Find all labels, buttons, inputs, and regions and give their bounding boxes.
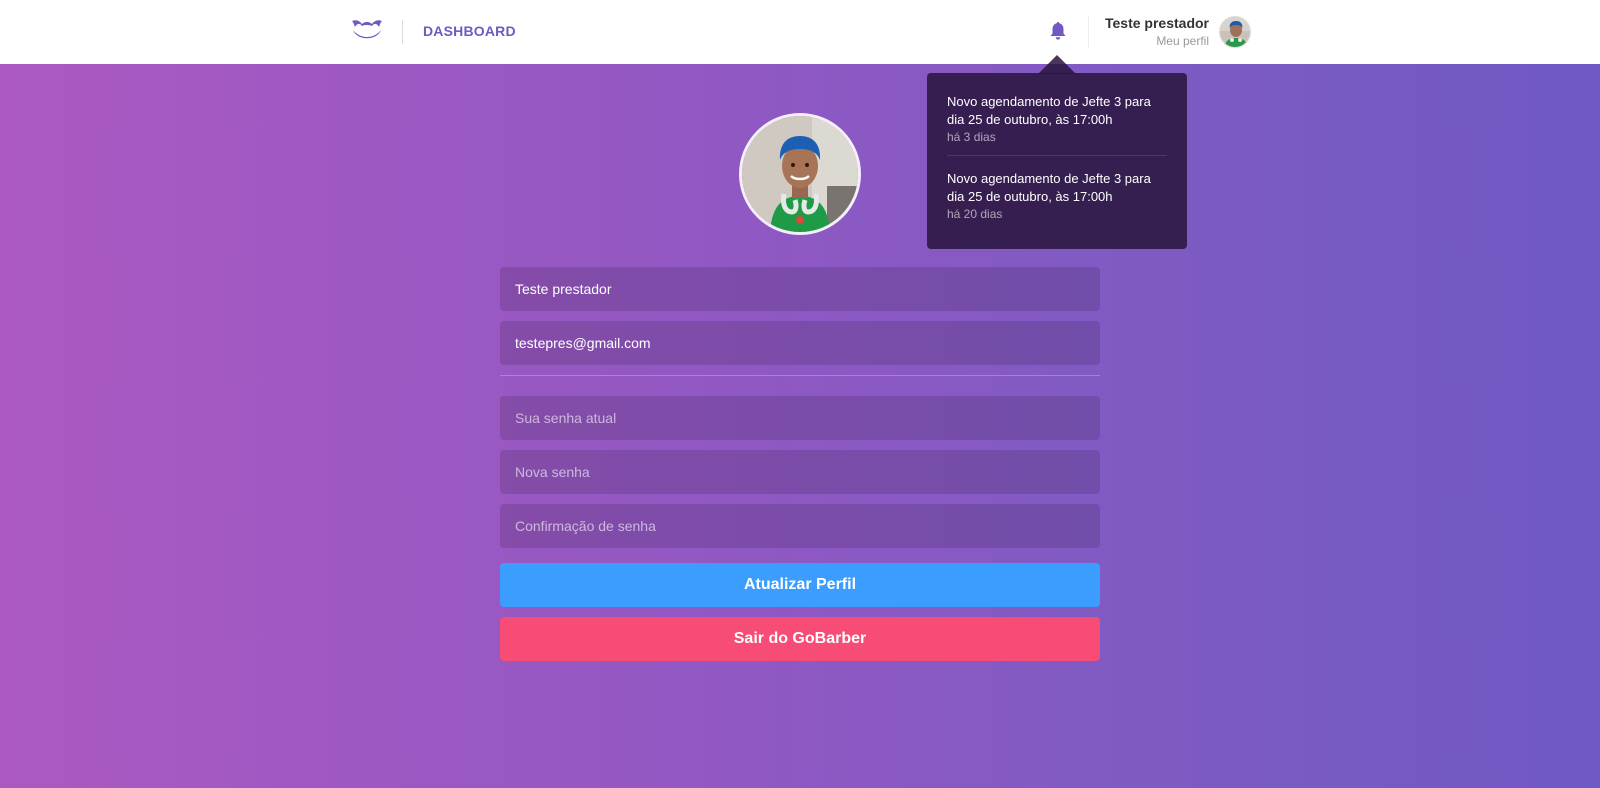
profile-photo [742,116,858,232]
name-input[interactable] [500,267,1100,311]
bell-icon[interactable] [1049,21,1067,41]
notification-item[interactable]: Novo agendamento de Jefte 3 para dia 25 … [947,155,1167,232]
new-password-input[interactable] [500,450,1100,494]
notifications-popover-arrow [1038,55,1076,74]
notification-text: Novo agendamento de Jefte 3 para dia 25 … [947,94,1151,127]
avatar-photo [1220,17,1250,47]
notification-time: há 3 dias [947,130,996,144]
form-divider [500,375,1100,376]
notification-text: Novo agendamento de Jefte 3 para dia 25 … [947,171,1151,204]
confirm-password-input[interactable] [500,504,1100,548]
my-profile-link[interactable]: Meu perfil [1105,34,1209,48]
profile-avatar-upload[interactable] [739,113,861,235]
top-header: DASHBOARD Teste prestador Meu perfil [0,0,1600,64]
nav-dashboard-link[interactable]: DASHBOARD [423,23,516,39]
logout-button[interactable]: Sair do GoBarber [500,617,1100,661]
profile-form: Atualizar Perfil Sair do GoBarber [500,267,1100,661]
notification-time: há 20 dias [947,207,1003,221]
gobarber-mustache-icon[interactable] [350,17,384,45]
update-profile-button[interactable]: Atualizar Perfil [500,563,1100,607]
profile-summary: Teste prestador Meu perfil [1105,15,1209,48]
header-container: DASHBOARD Teste prestador Meu perfil [347,0,1251,64]
notifications-popover: Novo agendamento de Jefte 3 para dia 25 … [927,73,1187,249]
notification-item[interactable]: Novo agendamento de Jefte 3 para dia 25 … [947,79,1167,155]
profile-name: Teste prestador [1105,15,1209,31]
header-divider-right [1088,16,1089,48]
avatar[interactable] [1219,16,1251,48]
email-input[interactable] [500,321,1100,365]
old-password-input[interactable] [500,396,1100,440]
header-divider [402,20,403,44]
